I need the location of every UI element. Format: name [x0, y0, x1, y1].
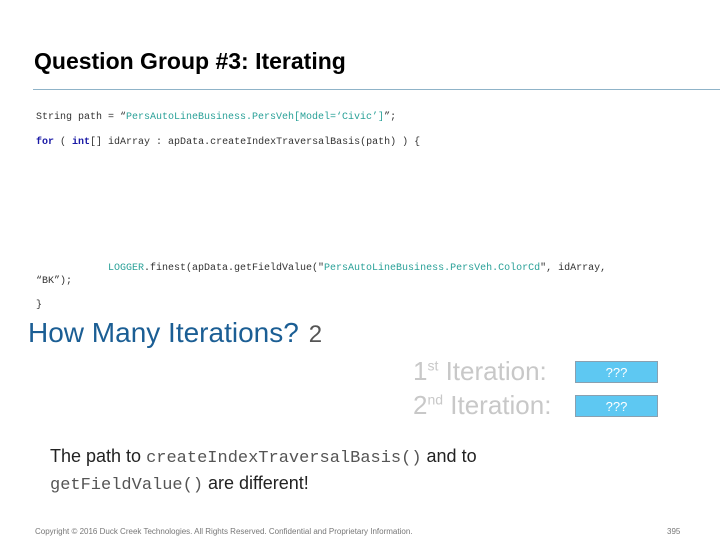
code-line-2-a: ( [54, 137, 73, 148]
code-line-1: String path = “PersAutoLineBusiness.Pers… [36, 112, 396, 123]
code-line-5: } [36, 300, 43, 311]
iteration-2-button[interactable]: ??? [575, 395, 658, 417]
slide-title: Question Group #3: Iterating [34, 48, 346, 74]
iteration-2-suffix: nd [427, 391, 444, 408]
iteration-2-label: 2nd Iteration: [413, 390, 551, 421]
code-line-3-b: ", idArray, [540, 263, 607, 274]
title-divider [33, 89, 720, 90]
page-number: 395 [667, 527, 681, 536]
note-part-1: The path to [50, 446, 147, 466]
iteration-1-text: Iteration: [438, 356, 547, 386]
code-line-1-string: PersAutoLineBusiness.PersVeh[Model=‘Civi… [126, 112, 385, 123]
code-line-2-b: [] idArray : apData.createIndexTraversal… [90, 137, 421, 148]
iteration-question: How Many Iterations? 2 [28, 317, 322, 349]
copyright-footer: Copyright © 2016 Duck Creek Technologies… [35, 527, 413, 536]
question-answer: 2 [308, 321, 323, 348]
note-part-2: and to [421, 446, 477, 466]
code-keyword-for: for [36, 137, 55, 148]
iteration-2-text: Iteration: [443, 390, 552, 420]
iteration-1-ordinal: 1 [413, 356, 428, 386]
question-text: How Many Iterations? [28, 317, 299, 348]
code-line-3: LOGGER.finest(apData.getFieldValue("Pers… [108, 263, 606, 274]
iteration-2-ordinal: 2 [413, 390, 428, 420]
code-line-2: for ( int[] idArray : apData.createIndex… [36, 137, 420, 148]
explanation-note: The path to createIndexTraversalBasis() … [50, 444, 477, 498]
iteration-1-button[interactable]: ??? [575, 361, 658, 383]
note-part-3: are different! [203, 473, 309, 493]
note-method-2: getFieldValue() [50, 476, 204, 495]
code-line-3-a: .finest(apData.getFieldValue(" [144, 263, 325, 274]
code-logger: LOGGER [108, 263, 145, 274]
code-line-1-post: ”; [384, 112, 397, 123]
note-method-1: createIndexTraversalBasis() [146, 449, 422, 468]
code-line-4: “BK”); [36, 276, 73, 287]
code-line-1-pre: String path = “ [36, 112, 127, 123]
iteration-1-suffix: st [427, 357, 439, 374]
code-keyword-int: int [72, 137, 91, 148]
iteration-1-label: 1st Iteration: [413, 356, 547, 387]
code-line-3-string: PersAutoLineBusiness.PersVeh.ColorCd [324, 263, 541, 274]
